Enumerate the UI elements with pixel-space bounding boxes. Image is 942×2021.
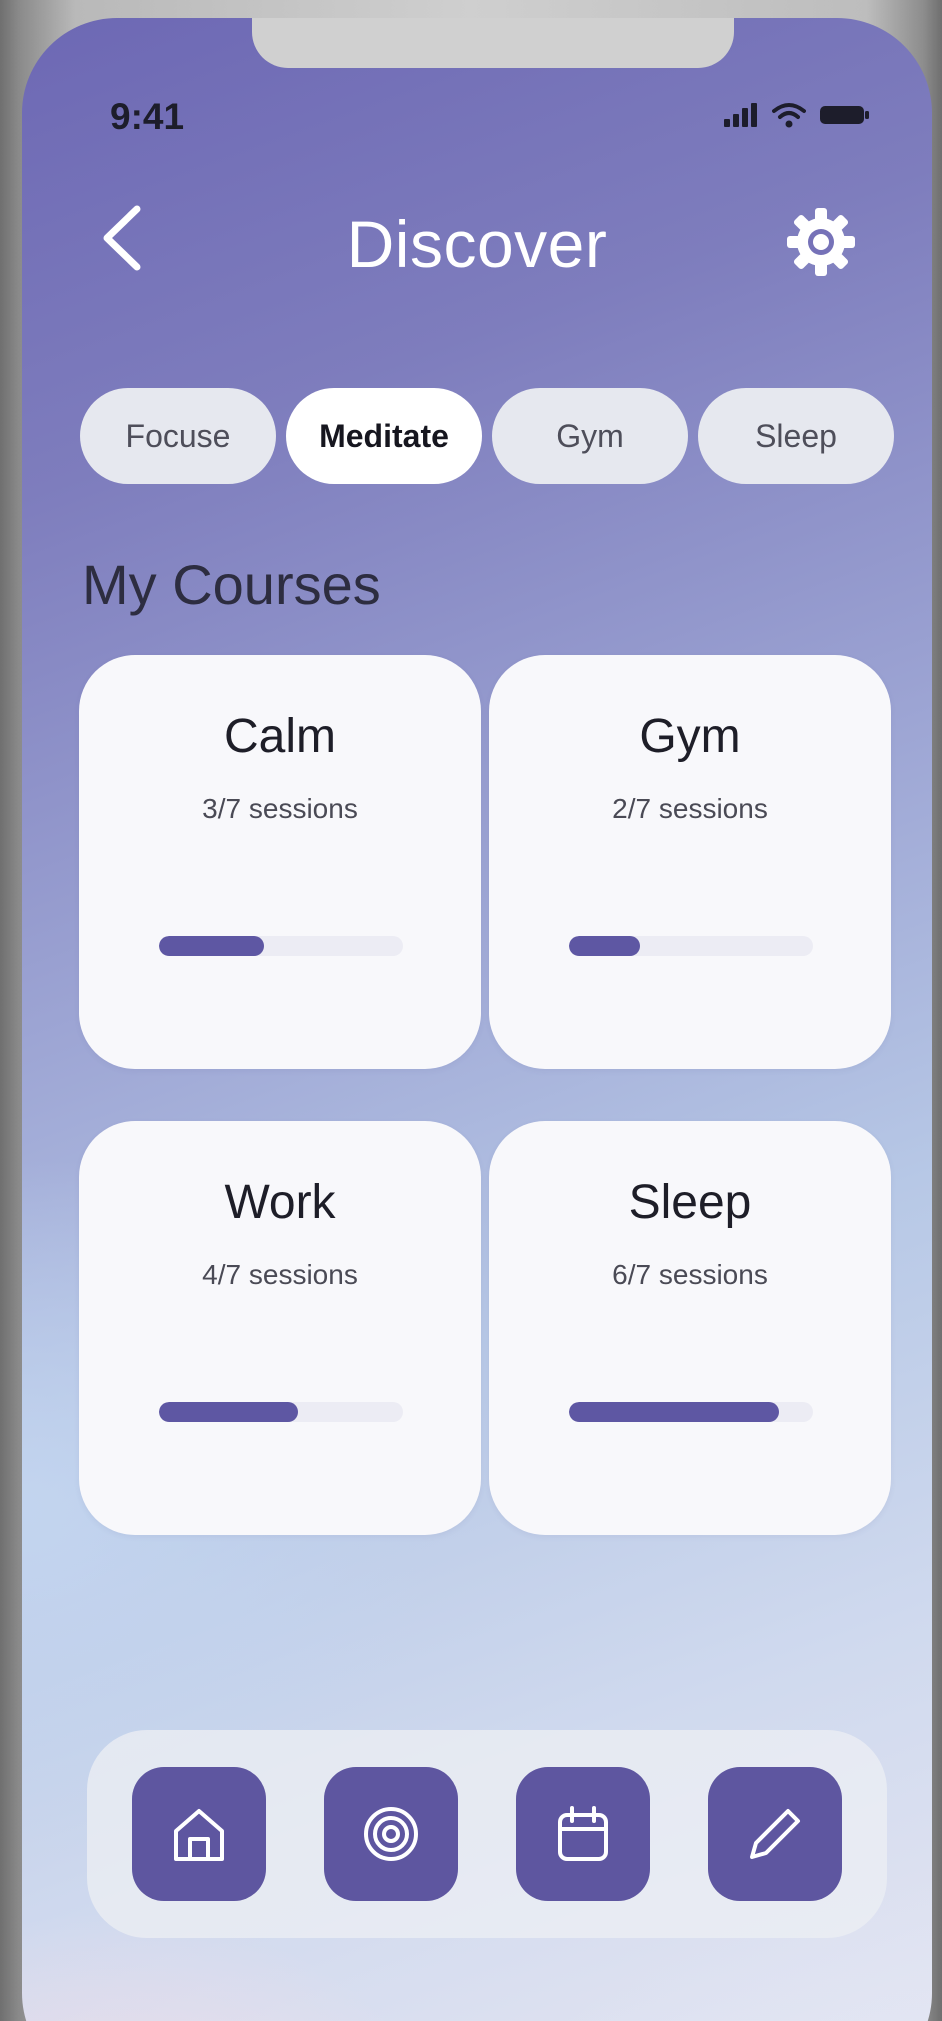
course-grid: Calm 3/7 sessions Gym 2/7 sessions Work … bbox=[79, 655, 891, 1535]
progress-fill bbox=[159, 1402, 299, 1422]
course-sessions: 2/7 sessions bbox=[612, 793, 768, 824]
wifi-icon bbox=[772, 103, 806, 128]
course-sessions: 3/7 sessions bbox=[202, 793, 358, 824]
calendar-icon bbox=[558, 1806, 608, 1861]
target-icon bbox=[364, 1807, 418, 1861]
tab-meditate[interactable]: Meditate bbox=[286, 388, 482, 484]
progress-bar bbox=[569, 1402, 813, 1422]
course-card-calm[interactable]: Calm 3/7 sessions bbox=[79, 655, 481, 1069]
nav-goals-button[interactable] bbox=[324, 1767, 458, 1901]
course-card-gym[interactable]: Gym 2/7 sessions bbox=[489, 655, 891, 1069]
home-icon bbox=[174, 1809, 224, 1861]
bottom-nav bbox=[87, 1730, 887, 1938]
phone-screen: 9:41 Discover Focuse Meditate Gym Sleep … bbox=[22, 18, 932, 2021]
settings-button[interactable] bbox=[785, 206, 857, 278]
progress-bar bbox=[159, 936, 403, 956]
course-title: Calm bbox=[223, 710, 336, 763]
status-icons bbox=[724, 102, 870, 128]
section-title: My Courses bbox=[82, 553, 381, 616]
course-card-work[interactable]: Work 4/7 sessions bbox=[79, 1121, 481, 1535]
status-time: 9:41 bbox=[110, 96, 185, 137]
device-notch bbox=[252, 18, 734, 68]
nav-notes-button[interactable] bbox=[708, 1767, 842, 1901]
nav-calendar-button[interactable] bbox=[516, 1767, 650, 1901]
course-card-sleep[interactable]: Sleep 6/7 sessions bbox=[489, 1121, 891, 1535]
gear-icon bbox=[787, 208, 855, 276]
course-title: Gym bbox=[639, 710, 741, 763]
progress-fill bbox=[569, 1402, 779, 1422]
tab-sleep[interactable]: Sleep bbox=[698, 388, 894, 484]
course-sessions: 4/7 sessions bbox=[202, 1259, 358, 1290]
progress-bar bbox=[159, 1402, 403, 1422]
category-tabs: Focuse Meditate Gym Sleep bbox=[80, 388, 894, 484]
progress-fill bbox=[569, 936, 640, 956]
battery-icon bbox=[820, 106, 869, 124]
course-title: Work bbox=[224, 1176, 336, 1229]
cellular-signal-icon bbox=[724, 103, 757, 127]
tab-focuse[interactable]: Focuse bbox=[80, 388, 276, 484]
course-sessions: 6/7 sessions bbox=[612, 1259, 768, 1290]
progress-bar bbox=[569, 936, 813, 956]
nav-home-button[interactable] bbox=[132, 1767, 266, 1901]
progress-fill bbox=[159, 936, 264, 956]
course-title: Sleep bbox=[628, 1176, 752, 1229]
tab-gym[interactable]: Gym bbox=[492, 388, 688, 484]
pencil-icon bbox=[750, 1809, 800, 1859]
